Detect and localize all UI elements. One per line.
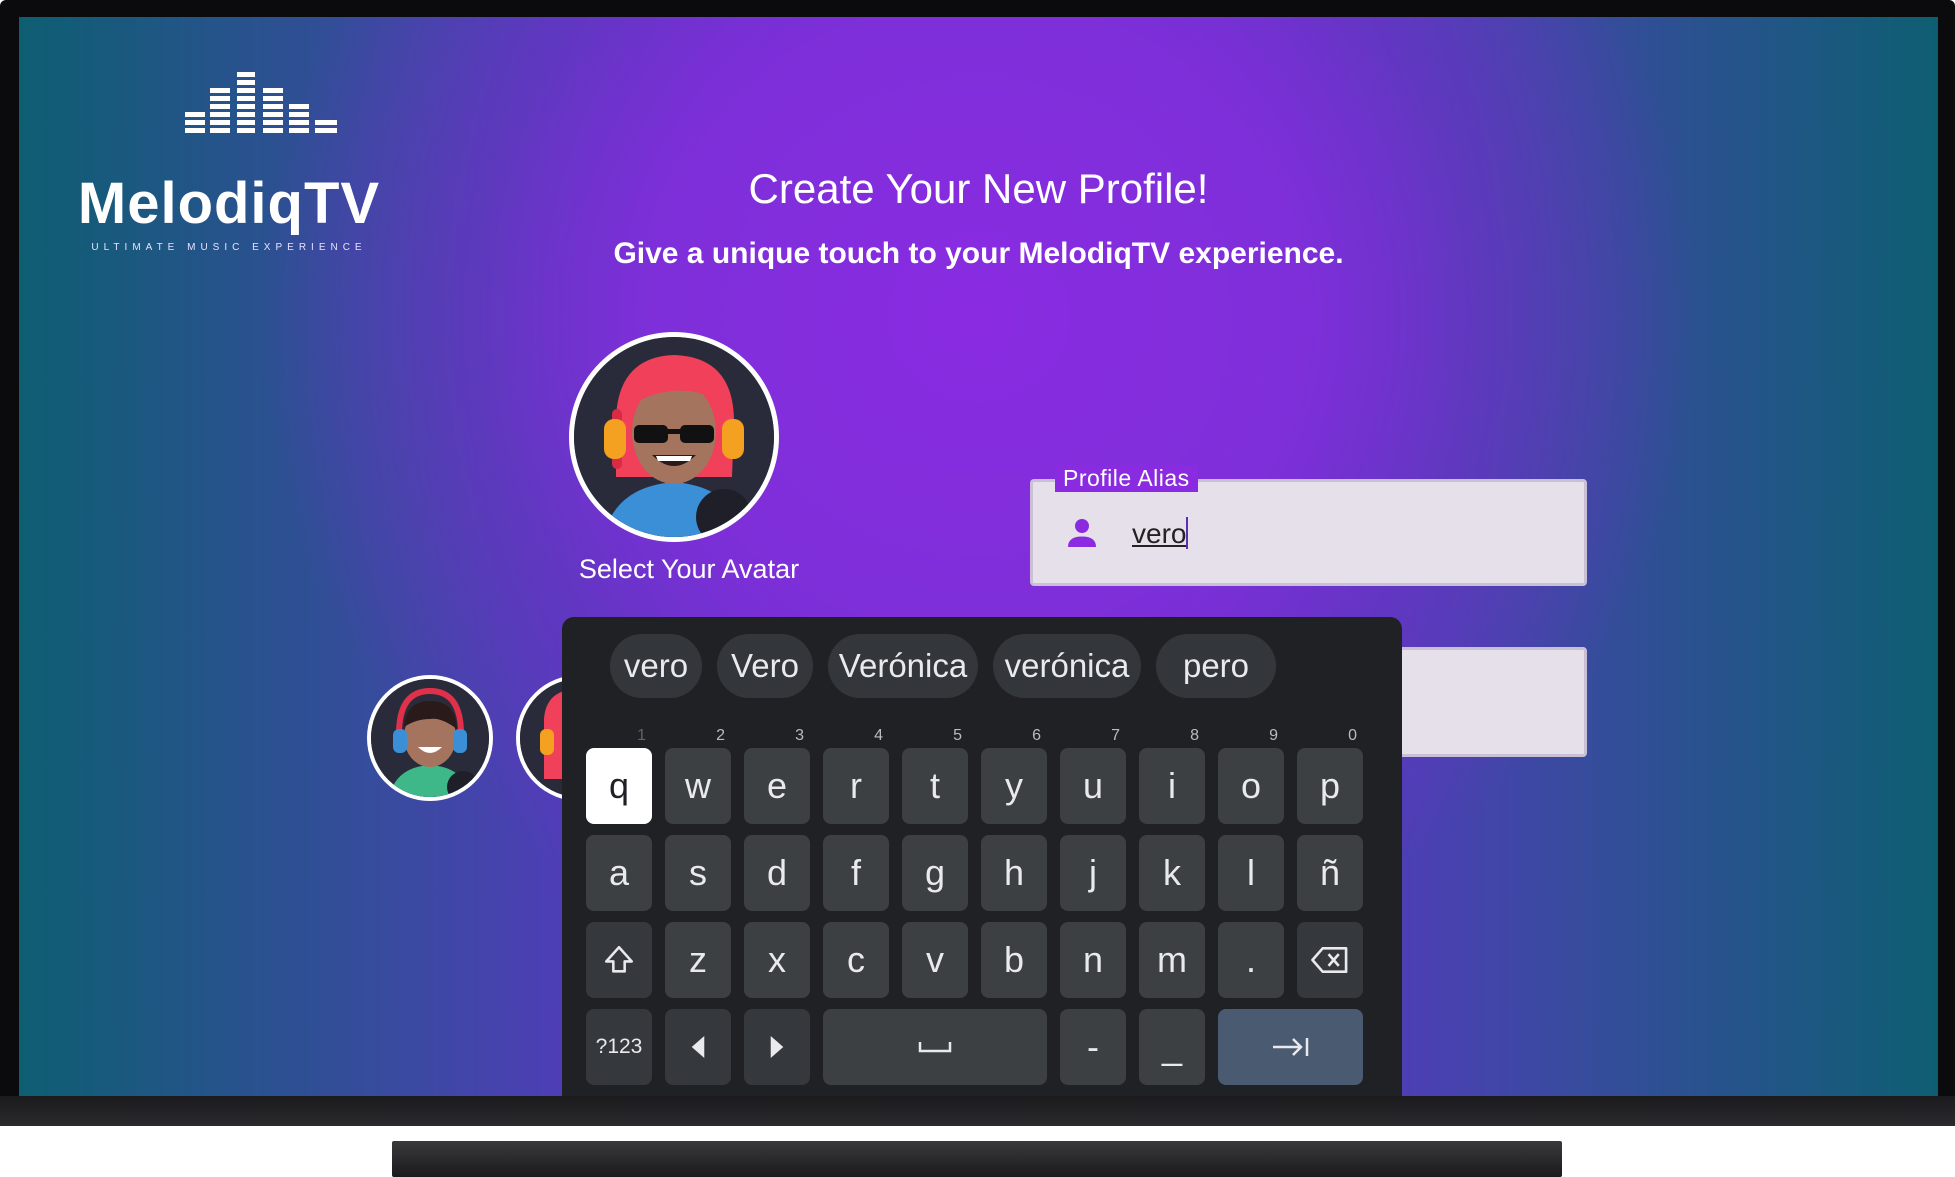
- shift-key[interactable]: [586, 922, 652, 998]
- key-a[interactable]: a: [586, 835, 652, 911]
- tv-bezel: [0, 1096, 1955, 1126]
- key-m[interactable]: m: [1139, 922, 1205, 998]
- avatar-character-icon: [574, 337, 774, 537]
- on-screen-keyboard: vero Vero Verónica verónica pero q1 w2 e…: [562, 617, 1402, 1096]
- key-p[interactable]: p0: [1297, 728, 1363, 824]
- key-j[interactable]: j: [1060, 835, 1126, 911]
- tv-stand: [392, 1141, 1562, 1177]
- select-avatar-label: Select Your Avatar: [578, 554, 800, 584]
- key-g[interactable]: g: [902, 835, 968, 911]
- key-label: t: [929, 765, 940, 806]
- key-label: o: [1240, 765, 1262, 806]
- key-r[interactable]: r4: [823, 728, 889, 824]
- cursor-right-key[interactable]: [744, 1009, 810, 1085]
- key-u[interactable]: u7: [1060, 728, 1126, 824]
- key-label: e: [766, 765, 788, 806]
- key-n[interactable]: n: [1060, 922, 1126, 998]
- key-underscore[interactable]: _: [1139, 1009, 1205, 1085]
- arrow-right-icon: [770, 1036, 784, 1058]
- key-t[interactable]: t5: [902, 728, 968, 824]
- key-k[interactable]: k: [1139, 835, 1205, 911]
- profile-alias-field[interactable]: [1030, 479, 1587, 586]
- key-o[interactable]: o9: [1218, 728, 1284, 824]
- key-d[interactable]: d: [744, 835, 810, 911]
- key-label: w: [685, 765, 711, 806]
- key-s[interactable]: s: [665, 835, 731, 911]
- space-icon: [918, 1042, 952, 1053]
- key-hint: 8: [1190, 727, 1199, 744]
- avatar-character-icon: [371, 679, 489, 797]
- key-e[interactable]: e3: [744, 728, 810, 824]
- backspace-icon: [1311, 946, 1348, 974]
- key-f[interactable]: f: [823, 835, 889, 911]
- tv-screen: MelodiqTV ULTIMATE MUSIC EXPERIENCE Crea…: [19, 17, 1938, 1096]
- arrow-left-icon: [691, 1036, 705, 1058]
- next-field-key[interactable]: [1218, 1009, 1363, 1085]
- key-label: i: [1168, 765, 1176, 806]
- key-w[interactable]: w2: [665, 728, 731, 824]
- key-hint: 2: [716, 727, 725, 744]
- key-b[interactable]: b: [981, 922, 1047, 998]
- key-i[interactable]: i8: [1139, 728, 1205, 824]
- selected-avatar[interactable]: [569, 332, 779, 542]
- key-hint: 7: [1111, 727, 1120, 744]
- suggestion-chip[interactable]: Verónica: [828, 634, 978, 698]
- key-label: r: [850, 765, 862, 806]
- key-label: y: [1005, 765, 1023, 806]
- cursor-left-key[interactable]: [665, 1009, 731, 1085]
- key-period[interactable]: .: [1218, 922, 1284, 998]
- suggestion-chip[interactable]: Vero: [717, 634, 813, 698]
- avatar-option[interactable]: [367, 675, 493, 801]
- key-h[interactable]: h: [981, 835, 1047, 911]
- space-key[interactable]: [823, 1009, 1047, 1085]
- page-title: Create Your New Profile!: [748, 165, 1209, 212]
- shift-icon: [604, 945, 634, 973]
- key-n-tilde[interactable]: ñ: [1297, 835, 1363, 911]
- profile-alias-label: Profile Alias: [1055, 465, 1198, 492]
- key-q[interactable]: q1: [586, 728, 652, 824]
- suggestion-chip[interactable]: verónica: [993, 634, 1141, 698]
- page-subtitle: Give a unique touch to your MelodiqTV ex…: [613, 237, 1344, 270]
- app-logo: MelodiqTV ULTIMATE MUSIC EXPERIENCE: [59, 52, 399, 253]
- symbols-key[interactable]: ?123: [586, 1009, 652, 1085]
- person-icon: [1061, 512, 1103, 554]
- key-label: p: [1319, 765, 1341, 806]
- key-hint: 1: [637, 727, 646, 744]
- profile-alias-value: vero: [1132, 518, 1187, 549]
- key-hyphen[interactable]: -: [1060, 1009, 1126, 1085]
- profile-alias-input[interactable]: vero: [1132, 517, 1189, 550]
- key-label: u: [1082, 765, 1104, 806]
- key-y[interactable]: y6: [981, 728, 1047, 824]
- backspace-key[interactable]: [1297, 922, 1363, 998]
- suggestion-chip[interactable]: pero: [1156, 634, 1276, 698]
- suggestion-chip[interactable]: vero: [610, 634, 702, 698]
- key-hint: 5: [953, 727, 962, 744]
- key-hint: 0: [1348, 727, 1357, 744]
- tab-next-icon: [1272, 1038, 1308, 1056]
- key-l[interactable]: l: [1218, 835, 1284, 911]
- key-hint: 4: [874, 727, 883, 744]
- key-z[interactable]: z: [665, 922, 731, 998]
- key-hint: 9: [1269, 727, 1278, 744]
- key-label: q: [608, 765, 630, 806]
- key-c[interactable]: c: [823, 922, 889, 998]
- key-v[interactable]: v: [902, 922, 968, 998]
- text-caret: [1186, 517, 1189, 549]
- key-hint: 3: [795, 727, 804, 744]
- key-hint: 6: [1032, 727, 1041, 744]
- key-x[interactable]: x: [744, 922, 810, 998]
